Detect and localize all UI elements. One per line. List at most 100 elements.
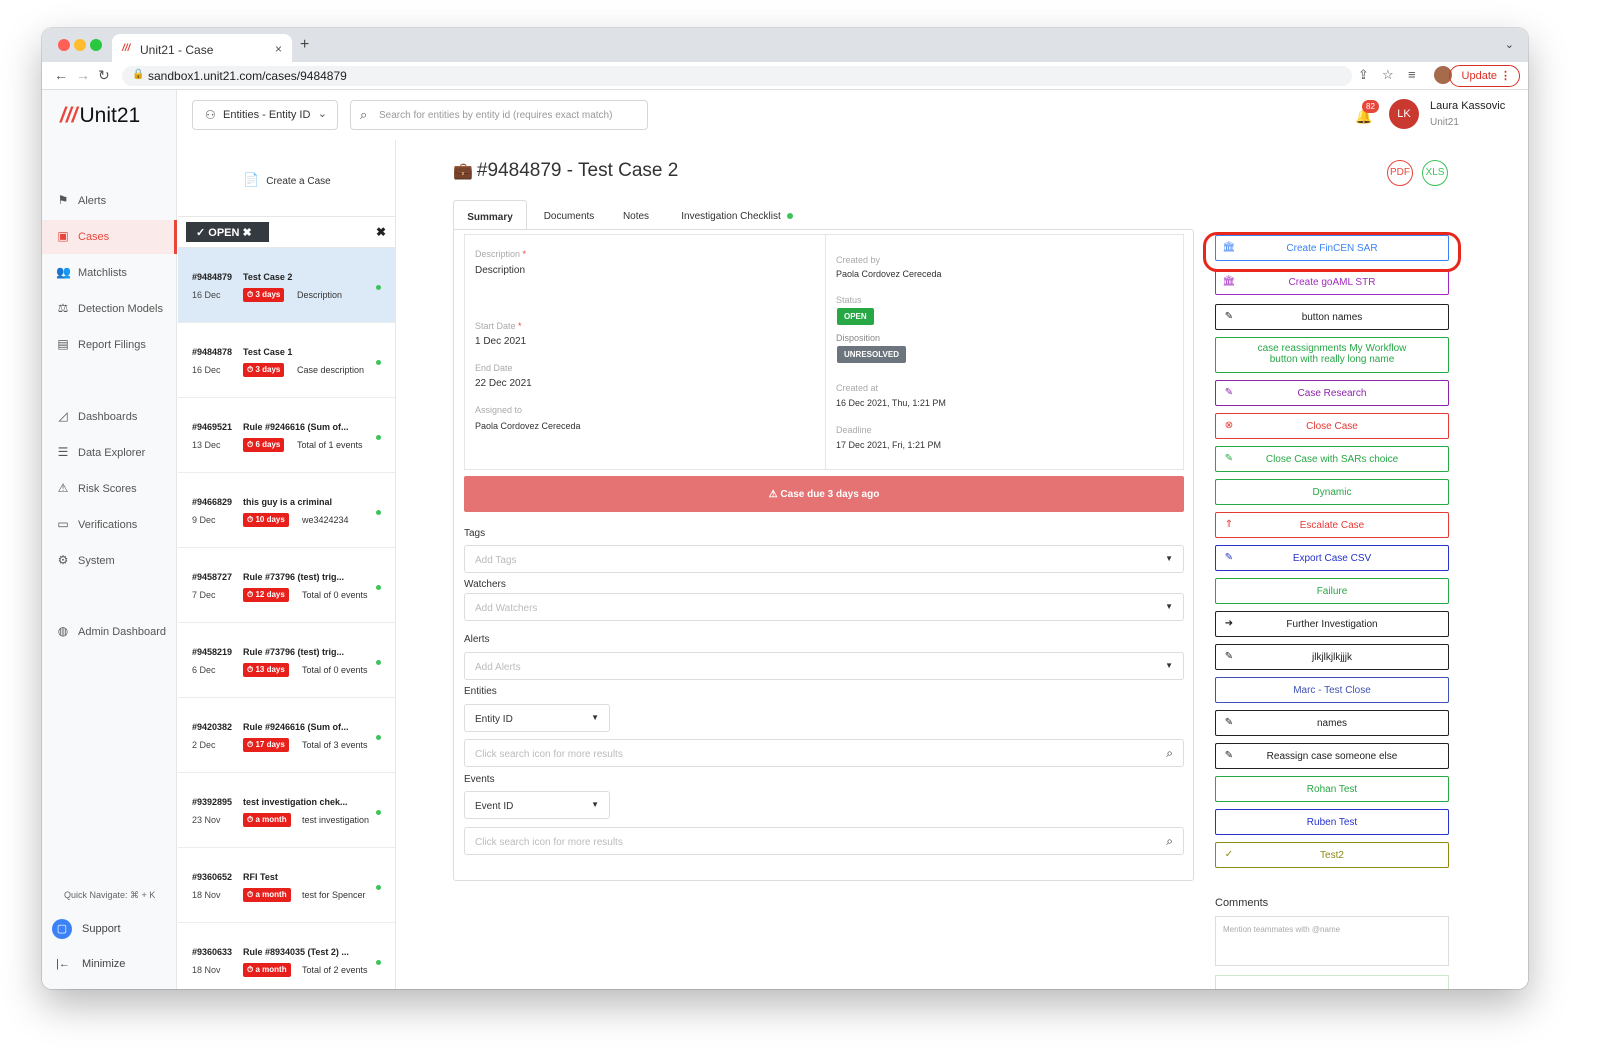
case-item-title: Test Case 2	[243, 272, 293, 282]
entity-type-selector[interactable]: ⚇ Entities - Entity ID ⌄	[192, 100, 338, 130]
clear-filters-icon[interactable]: ✖	[376, 225, 386, 239]
sidebar-item-report-filings[interactable]: ▤ Report Filings	[42, 328, 177, 362]
assigned-to-value[interactable]: Paola Cordovez Cereceda	[475, 421, 581, 431]
user-name[interactable]: Laura Kassovic	[1430, 100, 1505, 112]
sidebar-item-cases[interactable]: ▣ Cases	[42, 220, 177, 254]
case-list-item[interactable]: #9466829 this guy is a criminal 9 Dec ⏱ 10 …	[178, 473, 395, 548]
action-button-case-research[interactable]: ✎ Case Research	[1215, 380, 1449, 406]
reading-list-icon[interactable]: ≡	[1408, 67, 1416, 82]
end-date-value[interactable]: 22 Dec 2021	[475, 378, 532, 389]
action-button-ruben-test[interactable]: Ruben Test	[1215, 809, 1449, 835]
action-button-names[interactable]: ✎ names	[1215, 710, 1449, 736]
more-menu-icon[interactable]: ⋮	[1500, 69, 1511, 82]
case-list-item[interactable]: #9484878 Test Case 1 16 Dec ⏱ 3 days Case de…	[178, 323, 395, 398]
action-button-test2[interactable]: ✓ Test2	[1215, 842, 1449, 868]
action-button-escalate-case[interactable]: ⇑ Escalate Case	[1215, 512, 1449, 538]
update-button[interactable]: Update ⋮	[1448, 65, 1520, 87]
sidebar-item-matchlists[interactable]: 👥 Matchlists	[42, 256, 177, 290]
tab-investigation-checklist[interactable]: Investigation Checklist	[669, 200, 805, 230]
sidebar-item-dashboards[interactable]: ◿ Dashboards	[42, 400, 177, 434]
remove-filter-icon[interactable]: ✖	[243, 227, 252, 239]
action-button-further-investigation[interactable]: ➜ Further Investigation	[1215, 611, 1449, 637]
case-list-item[interactable]: #9360633 Rule #8934035 (Test 2) ... 18 Nov…	[178, 923, 395, 989]
tab-search-chevron-icon[interactable]: ⌄	[1505, 38, 1514, 51]
case-item-title: test investigation chek...	[243, 797, 348, 807]
tab-notes[interactable]: Notes	[611, 200, 661, 230]
watchers-select[interactable]: Add Watchers ▼	[464, 593, 1184, 621]
case-filter-row: ✓ OPEN ✖ ✖	[178, 216, 395, 248]
comment-input[interactable]: Mention teammates with @name	[1215, 916, 1449, 966]
new-tab-icon[interactable]: +	[300, 36, 309, 54]
sidebar-item-label: Detection Models	[78, 303, 163, 315]
close-tab-icon[interactable]: ×	[275, 42, 282, 56]
action-button-jlkjlkjlkjjjk[interactable]: ✎ jlkjlkjlkjjjk	[1215, 644, 1449, 670]
action-button-button-names[interactable]: ✎ button names	[1215, 304, 1449, 330]
tab-summary[interactable]: Summary	[453, 200, 527, 230]
export-spreadsheet-icon[interactable]: XLS	[1422, 160, 1448, 186]
action-button-marc-test-close[interactable]: Marc - Test Close	[1215, 677, 1449, 703]
support-button[interactable]: ▢ Support	[52, 919, 121, 939]
entities-id-select[interactable]: Entity ID ▼	[464, 704, 610, 732]
reload-icon[interactable]: ↻	[98, 67, 110, 84]
action-button-export-case-csv[interactable]: ✎ Export Case CSV	[1215, 545, 1449, 571]
filing-icon: ▤	[57, 337, 69, 351]
tags-select[interactable]: Add Tags ▼	[464, 545, 1184, 573]
sidebar-item-admin-dashboard[interactable]: ◍ Admin Dashboard	[42, 615, 177, 649]
entities-search-input[interactable]: Click search icon for more results ⌕	[464, 739, 1184, 767]
action-button-create-goaml-str[interactable]: 🏛 Create goAML STR	[1215, 269, 1449, 295]
share-icon[interactable]: ⇪	[1358, 67, 1369, 83]
action-label: Marc - Test Close	[1293, 685, 1371, 696]
create-case-button[interactable]: 📄 Create a Case	[178, 140, 395, 216]
start-date-value[interactable]: 1 Dec 2021	[475, 336, 526, 347]
search-icon[interactable]: ⌕	[1166, 746, 1173, 761]
escalate-icon: ⇑	[1224, 519, 1234, 530]
sidebar-item-risk-scores[interactable]: ⚠ Risk Scores	[42, 472, 177, 506]
action-button-close-case[interactable]: ⊗ Close Case	[1215, 413, 1449, 439]
action-button-reassign-case-someone-else[interactable]: ✎ Reassign case someone else	[1215, 743, 1449, 769]
entity-search-input[interactable]: ⌕ Search for entities by entity id (requ…	[350, 100, 648, 130]
action-button-failure[interactable]: Failure	[1215, 578, 1449, 604]
events-id-select[interactable]: Event ID ▼	[464, 791, 610, 819]
case-title-text: #9484879 - Test Case 2	[476, 160, 679, 181]
user-avatar[interactable]: LK	[1389, 99, 1419, 129]
case-list-item[interactable]: #9360652 RFI Test 18 Nov ⏱ a month test for …	[178, 848, 395, 923]
action-button-close-case-with-sars-choice[interactable]: ✎ Close Case with SARs choice	[1215, 446, 1449, 472]
action-button-case-reassignments-my-workflow-button-with-really-long-name[interactable]: case reassignments My Workflow button wi…	[1215, 337, 1449, 373]
case-list-item[interactable]: #9420382 Rule #9246616 (Sum of... 2 Dec ⏱ 1…	[178, 698, 395, 773]
minimize-window-dot[interactable]	[74, 39, 86, 51]
action-button-rohan-test[interactable]: Rohan Test	[1215, 776, 1449, 802]
sidebar-item-alerts[interactable]: ⚑ Alerts	[42, 184, 177, 218]
sidebar-item-label: Cases	[78, 231, 110, 243]
browser-tab[interactable]: /// Unit21 - Case ×	[112, 34, 292, 62]
case-list-item[interactable]: #9469521 Rule #9246616 (Sum of... 13 Dec ⏱ …	[178, 398, 395, 473]
sidebar-item-detection-models[interactable]: ⚖ Detection Models	[42, 292, 177, 326]
sidebar-item-verifications[interactable]: ▭ Verifications	[42, 508, 177, 542]
sidebar-item-data-explorer[interactable]: ☰ Data Explorer	[42, 436, 177, 470]
case-age-badge: ⏱ a month	[243, 888, 291, 902]
search-icon[interactable]: ⌕	[1166, 834, 1173, 849]
case-list-item[interactable]: #9458219 Rule #73796 (test) trig... 6 Dec ⏱…	[178, 623, 395, 698]
sidebar-item-system[interactable]: ⚙ System	[42, 544, 177, 578]
action-button-dynamic[interactable]: Dynamic	[1215, 479, 1449, 505]
alerts-select[interactable]: Add Alerts ▼	[464, 652, 1184, 680]
minimize-sidebar-button[interactable]: |← Minimize	[56, 958, 125, 970]
case-status-dot	[376, 360, 381, 365]
case-list-item[interactable]: #9458727 Rule #73796 (test) trig... 7 Dec ⏱…	[178, 548, 395, 623]
description-textarea[interactable]: Description	[475, 265, 525, 276]
status-filter-chip[interactable]: ✓ OPEN ✖	[186, 222, 269, 242]
case-list-item[interactable]: #9392895 test investigation chek... 23 Nov…	[178, 773, 395, 848]
bookmark-star-icon[interactable]: ☆	[1382, 67, 1394, 83]
export-pdf-icon[interactable]: PDF	[1387, 160, 1413, 186]
unit21-logo[interactable]: ///Unit21	[60, 104, 140, 128]
address-bar[interactable]: 🔒 sandbox1.unit21.com/cases/9484879	[122, 66, 1352, 86]
tab-documents[interactable]: Documents	[533, 200, 605, 230]
case-age-badge: ⏱ a month	[243, 963, 291, 977]
case-list-item[interactable]: #9484879 Test Case 2 16 Dec ⏱ 3 days Descrip…	[178, 248, 395, 323]
close-window-dot[interactable]	[58, 39, 70, 51]
events-search-input[interactable]: Click search icon for more results ⌕	[464, 827, 1184, 855]
forward-arrow-icon[interactable]: →	[76, 67, 90, 83]
sidebar-item-label: Data Explorer	[78, 447, 146, 459]
back-arrow-icon[interactable]: ←	[54, 67, 68, 83]
zoom-window-dot[interactable]	[90, 39, 102, 51]
browser-tab-title: Unit21 - Case	[140, 43, 214, 57]
